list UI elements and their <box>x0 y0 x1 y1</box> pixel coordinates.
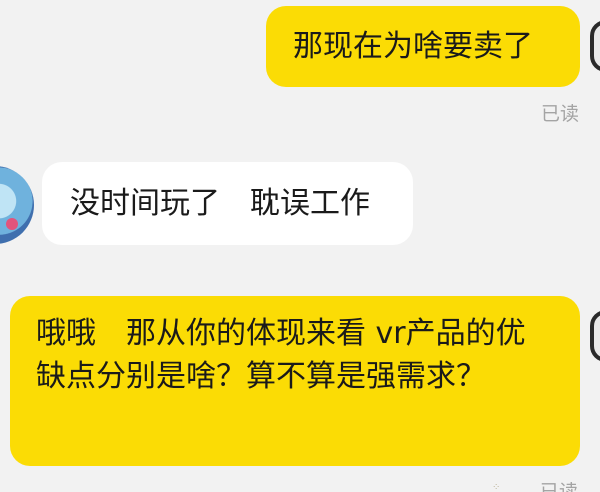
self-avatar[interactable] <box>590 310 600 362</box>
message-text: 没时间玩了 耽误工作 <box>70 186 370 221</box>
friend-avatar[interactable] <box>0 166 34 244</box>
watermark-mark: ⁘ <box>492 482 501 492</box>
chat-screen: 那现在为啥要卖了 已读 没时间玩了 耽误工作 哦哦 那从你的体现来看 vr产品的… <box>0 0 600 492</box>
read-status: 已读 <box>541 103 580 125</box>
message-text: 哦哦 那从你的体现来看 vr产品的优缺点分别是啥？算不算是强需求？ <box>36 316 526 394</box>
incoming-message-bubble[interactable]: 没时间玩了 耽误工作 <box>42 162 413 245</box>
outgoing-message-bubble[interactable]: 那现在为啥要卖了 <box>266 6 580 87</box>
read-status: 已读 <box>540 481 579 492</box>
avatar-decoration <box>6 218 18 230</box>
self-avatar[interactable] <box>590 20 600 72</box>
outgoing-message-bubble[interactable]: 哦哦 那从你的体现来看 vr产品的优缺点分别是啥？算不算是强需求？ <box>10 296 580 466</box>
message-text: 那现在为啥要卖了 <box>293 29 533 64</box>
